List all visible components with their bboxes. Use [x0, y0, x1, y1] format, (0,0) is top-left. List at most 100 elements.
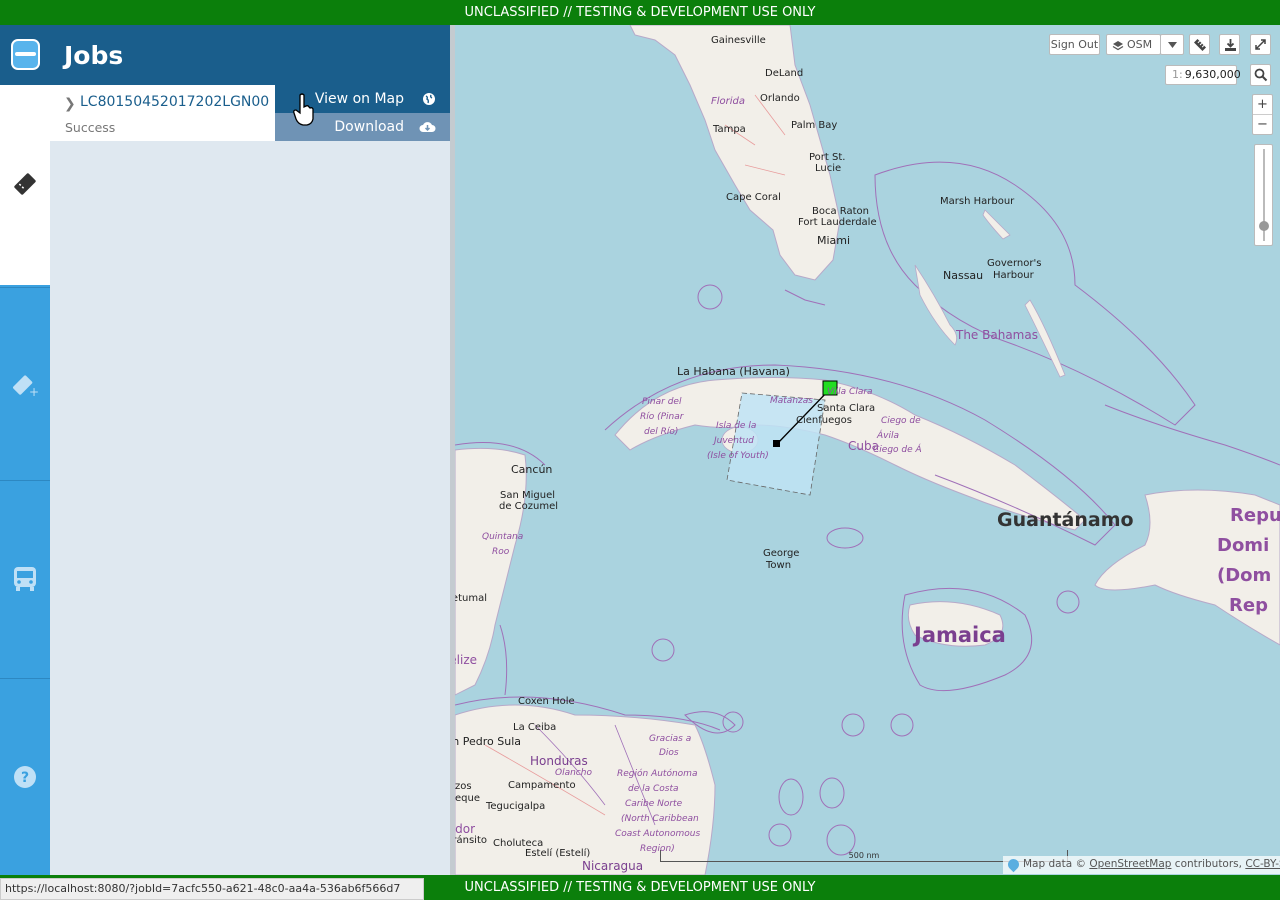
map-label: Santa Clara — [817, 403, 876, 414]
fullscreen-button[interactable] — [1250, 34, 1271, 55]
map-label: Jamaica — [914, 623, 1006, 647]
zoom-out-button[interactable]: − — [1253, 115, 1272, 135]
map-label: DeLand — [765, 68, 804, 79]
download-label: Download — [334, 119, 404, 135]
measure-button[interactable] — [1189, 34, 1210, 55]
create-job-icon: + — [13, 375, 39, 398]
zoom-slider-handle[interactable] — [1259, 221, 1269, 231]
map-label: Coast Autonomous — [615, 829, 701, 839]
map-label: Dios — [659, 748, 679, 758]
scale-ratio-field[interactable]: 1: 9,630,000 — [1165, 65, 1241, 85]
map-view[interactable]: Gainesville DeLand Orlando Florida Tampa… — [455, 25, 1280, 875]
export-button[interactable] — [1219, 34, 1240, 55]
map-label: Port St. — [809, 152, 846, 163]
attribution-contributors: contributors, — [1174, 858, 1242, 870]
map-label: Ciego de — [881, 416, 921, 426]
map-label: de la Costa — [628, 784, 679, 794]
job-status: Success — [65, 120, 116, 135]
map-label: Olancho — [555, 768, 592, 778]
panel-splitter[interactable] — [450, 25, 455, 875]
map-label: George — [763, 548, 800, 559]
map-label: Matanzas — [770, 396, 813, 406]
ruler-icon — [1193, 38, 1207, 52]
rail-item-help[interactable]: ? — [0, 678, 50, 875]
zoom-controls: + − — [1252, 94, 1273, 135]
jobs-ticket-icon — [14, 173, 36, 195]
map-label: Quintana — [482, 532, 524, 542]
map-label: Orlando — [760, 93, 800, 104]
scale-prefix: 1: — [1172, 68, 1183, 81]
attribution-prefix: Map data © — [1023, 858, 1086, 870]
map-label: del Río) — [644, 427, 679, 437]
job-title[interactable]: LC80150452017202LGN00 — [80, 94, 276, 110]
sign-out-button[interactable]: Sign Out — [1049, 34, 1100, 55]
map-label: Marsh Harbour — [940, 196, 1015, 207]
panel-title: Jobs — [50, 25, 450, 85]
scale-value: 9,630,000 — [1184, 68, 1241, 81]
map-label: San Pedro Sula — [455, 735, 521, 748]
search-icon — [1254, 68, 1268, 82]
map-label: Domi — [1217, 535, 1270, 556]
map-label: Rep — [1229, 595, 1268, 616]
app-logo-icon — [11, 39, 40, 70]
map-label: Palm Bay — [791, 120, 838, 131]
hand-pointer-icon — [293, 93, 314, 126]
license-link[interactable]: CC-BY-SA — [1245, 858, 1280, 870]
map-label: Caribe Norte — [625, 799, 683, 809]
chevron-right-icon[interactable]: ❯ — [64, 96, 76, 112]
rail-item-transit[interactable] — [0, 480, 50, 677]
map-label: Governor's — [987, 258, 1042, 269]
map-label: Chetumal — [455, 593, 487, 604]
classification-banner-top: UNCLASSIFIED // TESTING & DEVELOPMENT US… — [0, 0, 1280, 25]
osm-link[interactable]: OpenStreetMap — [1089, 858, 1171, 870]
app-logo[interactable] — [0, 25, 50, 85]
map-label: La Ceiba — [513, 722, 557, 733]
map-label: Belize — [455, 653, 477, 667]
rail-item-create-job[interactable]: + — [0, 287, 50, 479]
map-label: Guantánamo — [997, 509, 1134, 531]
basemap-label: OSM — [1127, 38, 1153, 51]
map-label: Ciego de Á — [873, 445, 922, 455]
map-label: Región Autónoma — [617, 769, 698, 779]
map-label: Campamento — [508, 780, 576, 791]
basemap-selector[interactable]: OSM — [1106, 34, 1161, 55]
map-label: Juventud — [714, 436, 754, 446]
help-icon: ? — [14, 766, 36, 788]
zoom-slider[interactable] — [1254, 144, 1273, 246]
map-label: Salvador — [455, 822, 475, 836]
info-icon — [1005, 856, 1022, 873]
map-label: Cancún — [511, 463, 553, 476]
map-label: (Dom — [1217, 565, 1272, 586]
map-label: Fort Lauderdale — [798, 217, 877, 228]
map-label: Pinar del — [642, 397, 682, 407]
map-label: The Bahamas — [956, 328, 1038, 342]
map-label: Nassau — [943, 269, 984, 282]
map-label: Roo — [492, 547, 510, 557]
search-button[interactable] — [1250, 64, 1271, 86]
globe-icon — [423, 93, 435, 105]
expand-icon — [1255, 39, 1266, 50]
map-label: Town — [766, 560, 792, 571]
map-label: eque — [455, 793, 480, 804]
svg-text:+: + — [29, 385, 39, 398]
map-label: Repu — [1230, 505, 1280, 526]
map-label: Boca Raton — [812, 206, 870, 217]
map-label: de Cozumel — [499, 501, 559, 512]
zoom-in-button[interactable]: + — [1253, 95, 1272, 115]
map-label: Villa Clara — [827, 387, 873, 397]
bus-icon — [14, 567, 36, 591]
cloud-download-icon — [419, 122, 436, 132]
rail-item-jobs[interactable] — [0, 85, 50, 285]
basemap-dropdown-button[interactable] — [1160, 34, 1184, 55]
map-label: Cienfuegos — [796, 415, 852, 426]
jobs-panel: Jobs ❯ LC80150452017202LGN00 Success Vie… — [50, 25, 450, 875]
map-label: (Isle of Youth) — [707, 451, 769, 461]
navigation-rail: + ? — [0, 25, 50, 875]
chevron-down-icon — [1168, 42, 1177, 48]
map-label: San Miguel — [500, 490, 556, 501]
map-attribution: Map data © OpenStreetMap contributors, C… — [1003, 856, 1280, 874]
map-label: Ávila — [877, 431, 899, 441]
map-label: Cuba — [848, 439, 879, 453]
map-label: Harbour — [993, 270, 1034, 281]
map-label: Florida — [711, 96, 746, 107]
